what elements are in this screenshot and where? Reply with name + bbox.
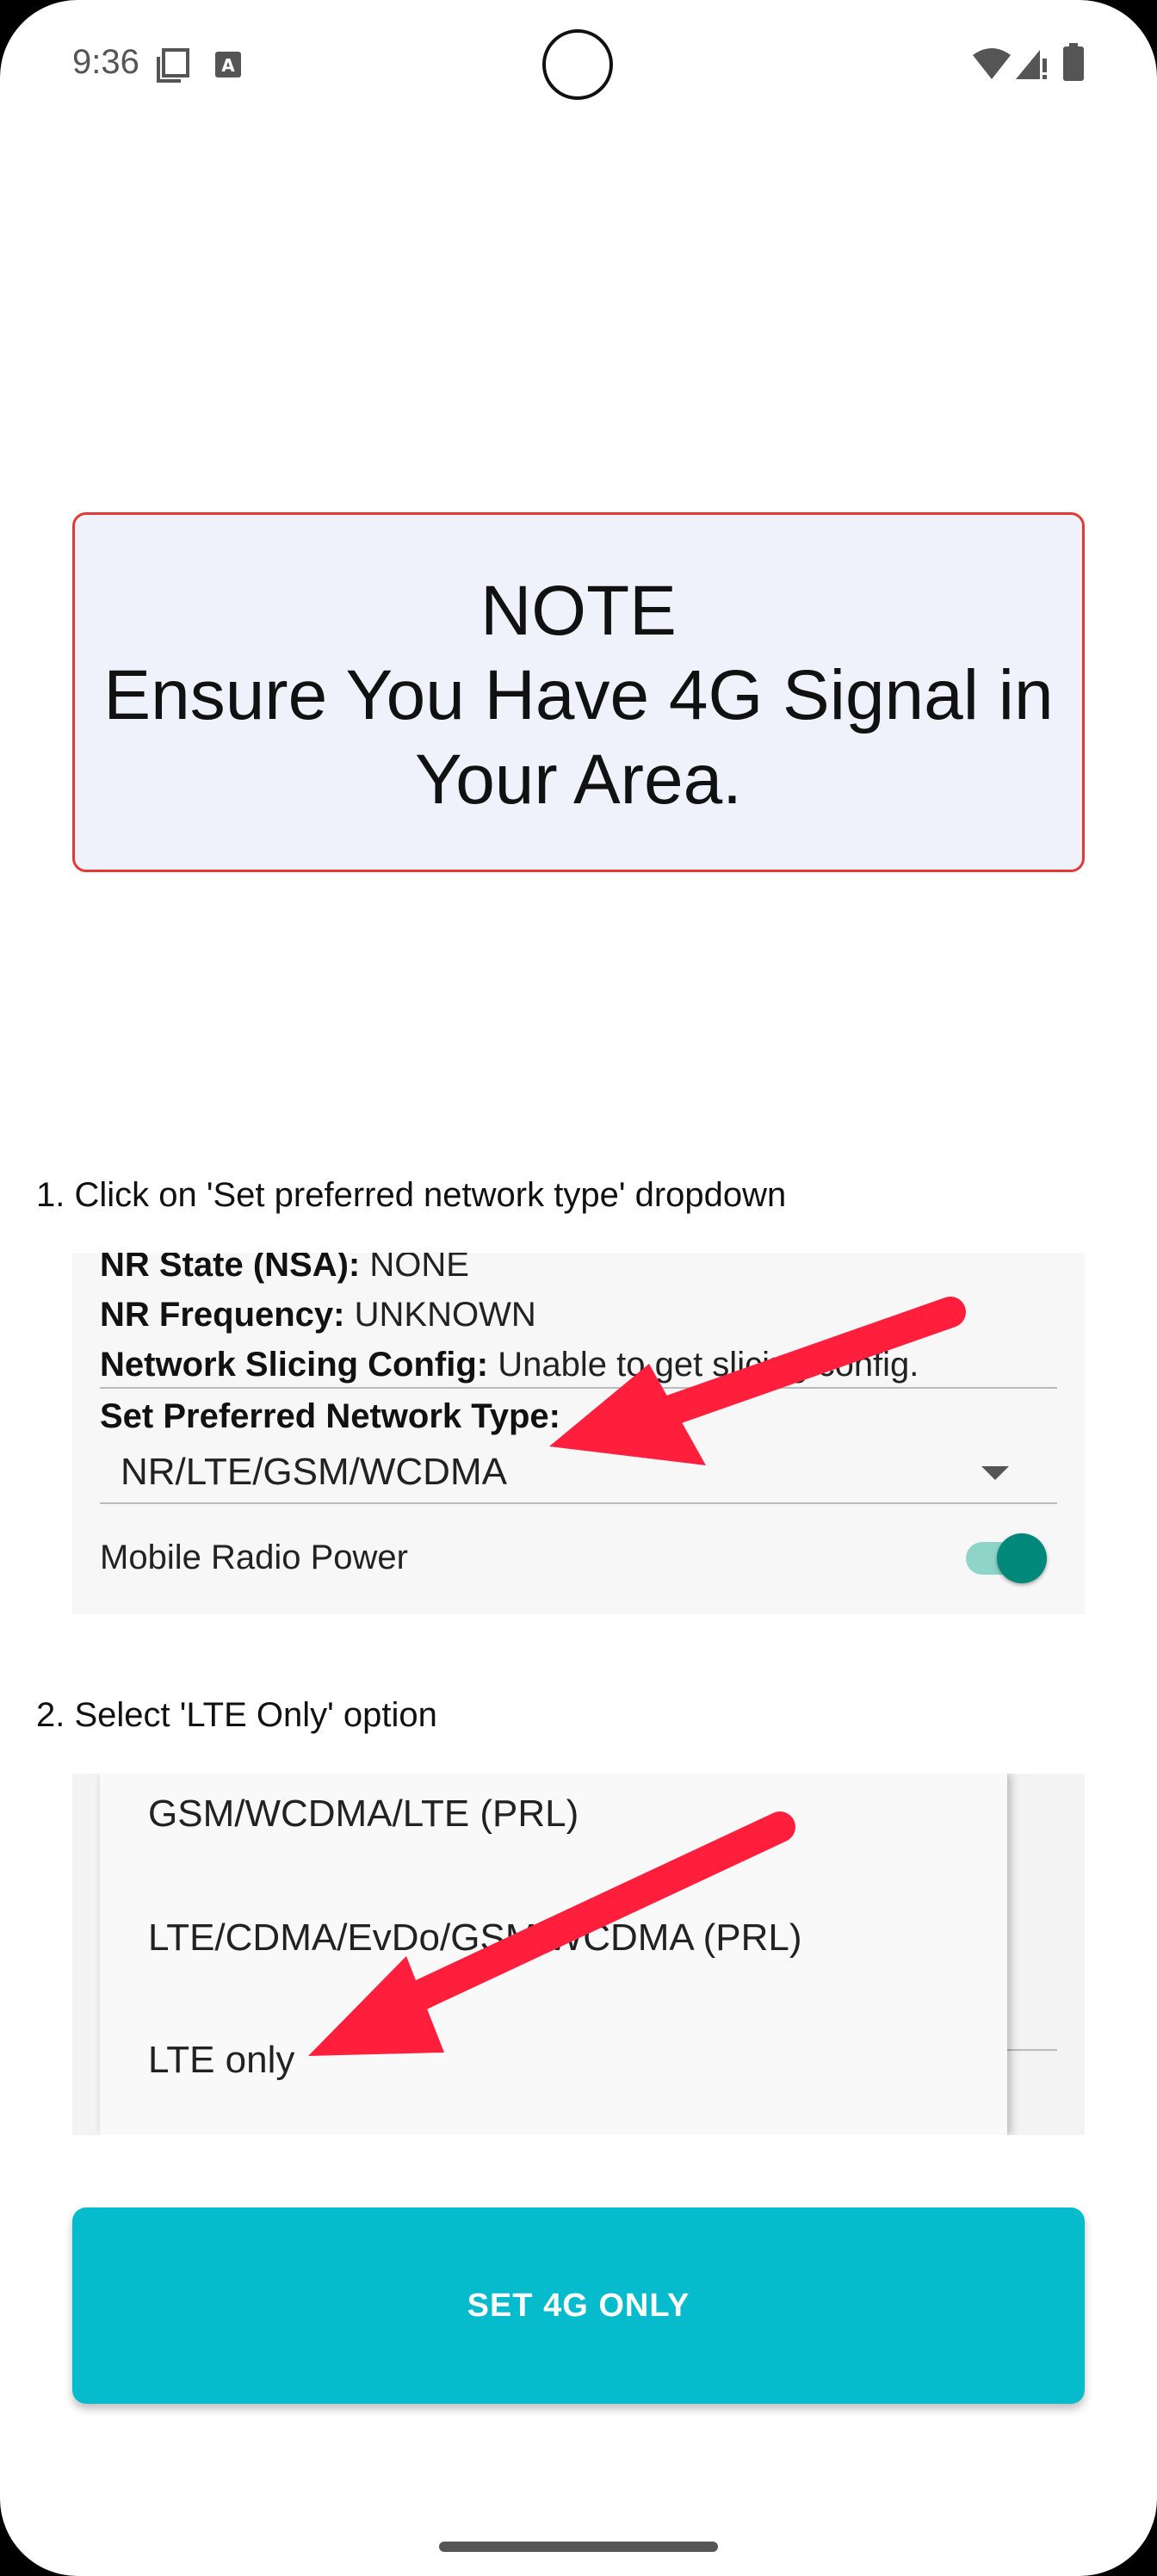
- home-indicator[interactable]: [439, 2542, 718, 2552]
- set-4g-only-button[interactable]: SET 4G ONLY: [72, 2208, 1085, 2404]
- arrow-to-dropdown-icon: [549, 1297, 966, 1465]
- annotation-arrows: [308, 1297, 966, 2056]
- phone-screen: 9:36 A NOTE Ensure You Have 4G Signal in…: [0, 0, 1157, 2576]
- arrow-to-lte-only-icon: [308, 1811, 795, 2056]
